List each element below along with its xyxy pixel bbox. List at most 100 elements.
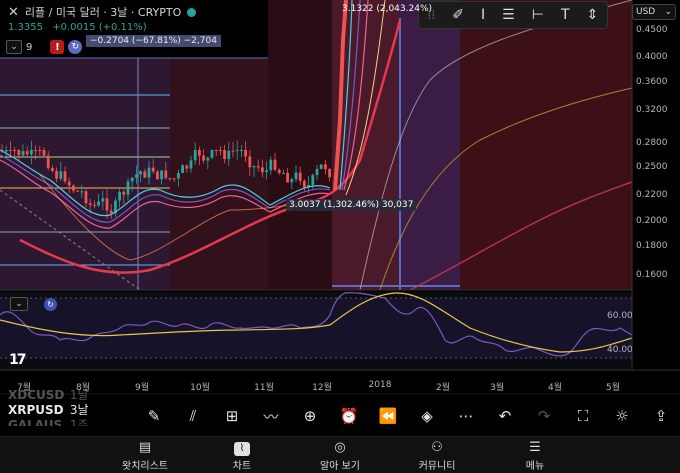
- chart-canvas[interactable]: [0, 0, 680, 473]
- candle-body: [269, 159, 273, 171]
- candle-body: [109, 210, 113, 214]
- candle-body: [59, 171, 63, 179]
- share-icon[interactable]: ⇪: [647, 407, 675, 425]
- text-icon[interactable]: T: [561, 7, 570, 23]
- peak-label: 3.1322 (2,043.24%): [342, 4, 433, 14]
- candle-body: [219, 150, 222, 151]
- chart-icon: ⌇: [234, 442, 250, 456]
- undo-icon[interactable]: ↶: [491, 407, 519, 425]
- candle-body: [319, 164, 323, 169]
- warning-icon[interactable]: !: [50, 40, 65, 54]
- rsi-collapse-icon[interactable]: ⌄: [10, 297, 28, 311]
- candle-body: [231, 150, 235, 152]
- replay-icon[interactable]: ⏪: [374, 407, 402, 425]
- price-label: 0.1600: [636, 270, 668, 280]
- more-icon[interactable]: ⋯: [452, 407, 480, 425]
- grid-icon[interactable]: ⊞: [218, 407, 246, 425]
- candle-body: [151, 167, 155, 172]
- candle-body: [51, 168, 54, 171]
- nav-label: 차트: [232, 461, 252, 472]
- horizontal-lines-icon[interactable]: ☰: [502, 7, 515, 23]
- nav-explore[interactable]: ◎ 알아 보기: [300, 440, 380, 472]
- indicator-count[interactable]: 9: [26, 42, 32, 53]
- candle-body: [130, 177, 134, 182]
- candle-body: [206, 157, 210, 161]
- candle-body: [156, 171, 159, 180]
- candle-body: [46, 155, 50, 169]
- symbol-header[interactable]: ✕ 리플 / 미국 달러 · 3날 · CRYPTO: [8, 4, 197, 20]
- bottom-nav: ▤ 왓치리스트 ⌇ 차트 ◎ 알아 보기 ⚇ 커뮤니티 ☰ 메뉴: [0, 436, 680, 473]
- candle-body: [286, 172, 289, 183]
- candle-body: [298, 172, 302, 181]
- time-label: 11월: [254, 383, 274, 393]
- bulb-icon[interactable]: ☼: [608, 407, 636, 425]
- candle-body: [227, 150, 231, 160]
- rsi-label: 40.00: [607, 345, 633, 355]
- vertical-line-icon[interactable]: ⇕: [587, 7, 599, 23]
- candle-body: [93, 204, 96, 206]
- watchlist-strip[interactable]: XDCUSD 1날 XRPUSD 3날 GALAUS 1주: [8, 388, 89, 426]
- collapse-chevron-icon[interactable]: ⌄: [6, 40, 22, 54]
- currency-value: USD: [636, 7, 656, 17]
- candle-body: [290, 179, 294, 183]
- candle-body: [101, 198, 105, 202]
- rsi-cycle-icon[interactable]: ↻: [44, 298, 57, 311]
- candle-body: [13, 150, 16, 151]
- candle-body: [202, 155, 205, 161]
- cycle-icon[interactable]: ↻: [68, 40, 83, 54]
- price-label: 0.3200: [636, 105, 668, 115]
- candle-body: [303, 180, 306, 188]
- price-label: 0.2800: [636, 138, 668, 148]
- chart-action-bar: ✎ ⫽ ⊞ 〰 ⊕ ⏰ ⏪ ◈ ⋯ ↶ ↷ ⛶ ☼ ⇪: [140, 404, 675, 428]
- redo-icon[interactable]: ↷: [530, 407, 558, 425]
- price-label: 0.3600: [636, 77, 668, 87]
- close-icon[interactable]: ✕: [8, 5, 19, 20]
- candle-body: [324, 164, 327, 170]
- currency-select[interactable]: USD ⌄: [632, 4, 676, 20]
- candle-body: [80, 191, 84, 193]
- alarm-icon[interactable]: ⏰: [335, 407, 363, 425]
- candle-body: [282, 172, 285, 174]
- candle-body: [294, 172, 298, 180]
- nav-chart[interactable]: ⌇ 차트: [202, 440, 282, 472]
- candle-body: [21, 151, 25, 156]
- watchlist-row[interactable]: XDCUSD 1날: [8, 388, 89, 403]
- nav-community[interactable]: ⚇ 커뮤니티: [397, 440, 477, 472]
- candle-body: [235, 150, 239, 152]
- candle-body: [42, 150, 46, 156]
- watchlist-row[interactable]: GALAUS 1주: [8, 418, 89, 426]
- indicator-row: ⌄ 9 ! ↻: [6, 40, 83, 54]
- watchlist-timeframe: 1주: [69, 418, 89, 426]
- candle-body: [189, 160, 193, 169]
- candle-body: [143, 171, 147, 178]
- chart-add-icon[interactable]: ⫽: [179, 407, 207, 425]
- text-cursor-icon[interactable]: Ⅰ: [481, 7, 485, 23]
- candle-body: [214, 150, 218, 151]
- pencil-icon[interactable]: ✎: [140, 407, 168, 425]
- candle-body: [118, 191, 121, 201]
- fib-icon[interactable]: ⊢: [532, 7, 544, 23]
- candle-body: [248, 156, 252, 168]
- trend-icon[interactable]: 〰: [257, 406, 285, 427]
- candle-body: [4, 150, 8, 152]
- candle-body: [67, 181, 71, 186]
- price-change: +0.0015 (+0.11%): [52, 22, 147, 33]
- candle-body: [185, 165, 189, 169]
- nav-menu[interactable]: ☰ 메뉴: [495, 440, 575, 472]
- candle-body: [328, 169, 331, 178]
- tradingview-logo-icon: 17: [9, 352, 27, 368]
- community-icon: ⚇: [431, 440, 443, 455]
- fullscreen-icon[interactable]: ⛶: [569, 407, 597, 425]
- candle-body: [76, 190, 79, 192]
- candle-body: [63, 171, 67, 182]
- nav-watchlist[interactable]: ▤ 왓치리스트: [105, 440, 185, 472]
- watchlist-row[interactable]: XRPUSD 3날: [8, 403, 89, 418]
- layers-icon[interactable]: ◈: [413, 407, 441, 425]
- symbol-title: 리플 / 미국 달러 · 3날 · CRYPTO: [24, 6, 182, 19]
- brush-icon[interactable]: ✐: [452, 7, 464, 23]
- plus-circle-icon[interactable]: ⊕: [296, 407, 324, 425]
- watchlist-symbol: XRPUSD: [8, 403, 64, 417]
- compass-icon: ◎: [334, 440, 346, 455]
- candle-body: [84, 191, 88, 204]
- candle-body: [30, 150, 33, 155]
